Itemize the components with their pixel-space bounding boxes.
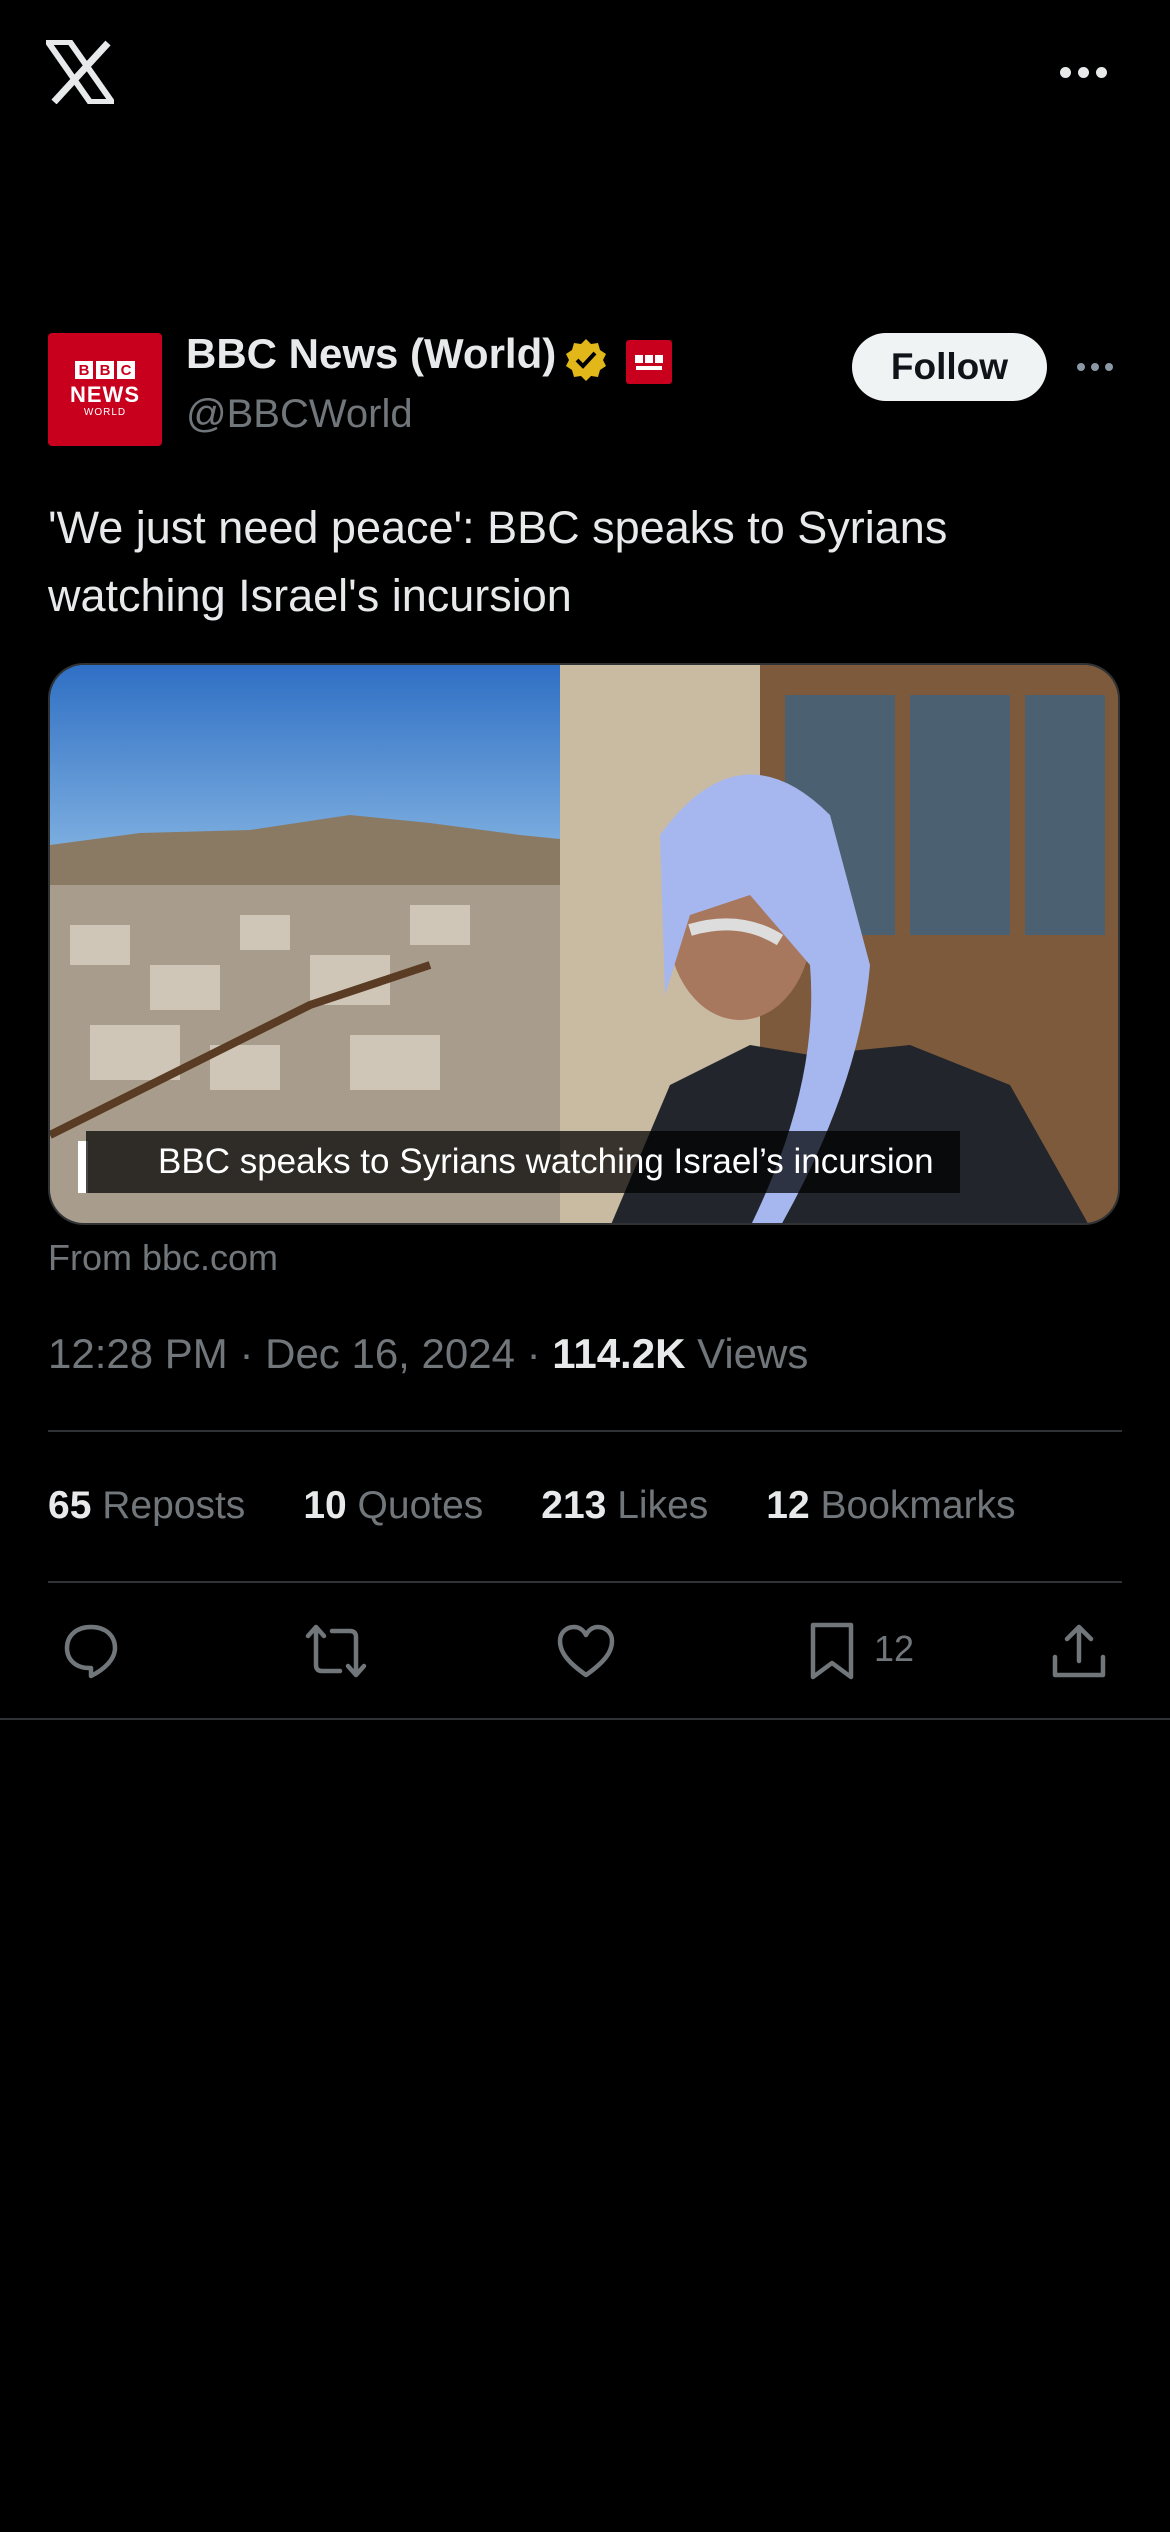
more-horizontal-icon[interactable] <box>1060 62 1110 82</box>
link-card[interactable]: BBC speaks to Syrians watching Israel’s … <box>48 663 1120 1225</box>
views-count: 114.2K <box>552 1330 686 1377</box>
avatar-news-text: NEWS <box>70 382 140 407</box>
avatar[interactable]: BBC NEWS WORLD <box>48 333 162 446</box>
stat-quotes[interactable]: 10 Quotes <box>303 1484 483 1528</box>
card-source[interactable]: From bbc.com <box>48 1237 278 1279</box>
x-logo-icon[interactable] <box>42 39 118 105</box>
divider <box>48 1581 1122 1583</box>
bookmark-count: 12 <box>874 1628 915 1669</box>
bookmark-icon[interactable] <box>797 1616 867 1686</box>
heart-icon[interactable] <box>551 1616 621 1686</box>
tweet-more-icon[interactable] <box>1077 363 1113 371</box>
divider <box>48 1430 1122 1432</box>
card-caption: BBC speaks to Syrians watching Israel’s … <box>86 1131 960 1193</box>
bbc-logo-blocks: BBC <box>75 361 135 379</box>
tweet-date[interactable]: Dec 16, 2024 <box>265 1330 515 1377</box>
divider <box>0 1718 1170 1720</box>
stat-bookmarks[interactable]: 12 Bookmarks <box>766 1484 1015 1528</box>
repost-icon[interactable] <box>301 1616 371 1686</box>
tweet-text: 'We just need peace': BBC speaks to Syri… <box>48 502 948 621</box>
follow-button[interactable]: Follow <box>852 333 1047 401</box>
gold-verified-badge-icon[interactable] <box>563 337 609 383</box>
share-icon[interactable] <box>1044 1616 1114 1686</box>
tweet-meta: 12:28 PM · Dec 16, 2024 · 114.2K Views <box>48 1330 809 1377</box>
author-handle[interactable]: @BBCWorld <box>186 392 413 437</box>
views-label: Views <box>697 1330 809 1377</box>
tweet-time[interactable]: 12:28 PM <box>48 1330 228 1377</box>
engagement-stats: 65 Reposts 10 Quotes 213 Likes 12 Bookma… <box>48 1484 1016 1528</box>
stat-likes[interactable]: 213 Likes <box>541 1484 708 1528</box>
avatar-world-text: WORLD <box>83 407 127 418</box>
bbc-news-affiliate-badge-icon[interactable] <box>626 340 672 384</box>
author-name[interactable]: BBC News (World) <box>186 330 556 378</box>
reply-icon[interactable] <box>56 1616 126 1686</box>
stat-reposts[interactable]: 65 Reposts <box>48 1484 245 1528</box>
